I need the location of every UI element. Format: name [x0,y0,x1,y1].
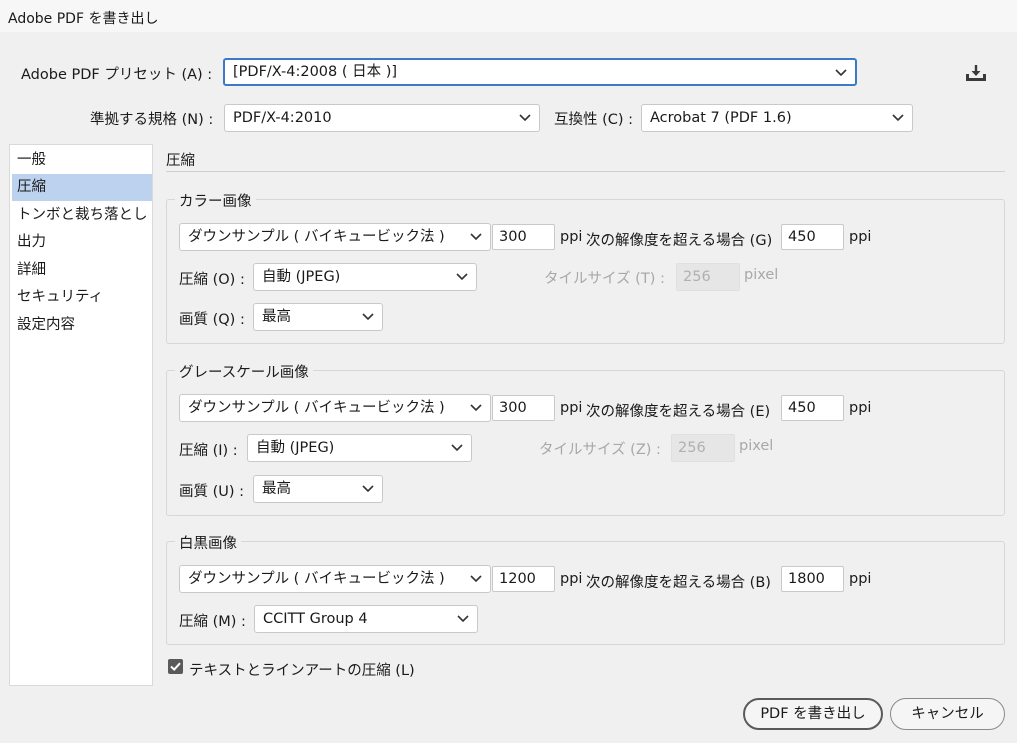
color-above-label: 次の解像度を超える場合 (G) [586,233,773,249]
chevron-down-icon [470,575,482,583]
color-compression-value: 自動 (JPEG) [262,269,341,285]
color-quality-select[interactable]: 最高 [253,303,383,331]
checkmark-icon [170,662,181,672]
mono-above-label: 次の解像度を超える場合 (B) [586,575,771,591]
gray-sampling-value: ダウンサンプル ( バイキュービック法 ) [188,400,445,416]
preset-value: [PDF/X-4:2008 ( 日本 )] [233,64,398,80]
chevron-down-icon [470,404,482,412]
gray-tile-label: タイルサイズ (Z) : [539,442,661,458]
color-above-input[interactable]: 450 [781,224,844,250]
sidebar-item-output[interactable]: 出力 [12,229,152,256]
mono-above-unit: ppi [849,571,872,587]
standard-label: 準拠する規格 (N) : [90,112,214,128]
grayscale-images-title: グレースケール画像 [175,361,313,382]
preset-label: Adobe PDF プリセット (A) : [21,67,213,83]
gray-quality-label: 画質 (U) : [179,484,245,500]
compat-value: Acrobat 7 (PDF 1.6) [650,110,792,126]
chevron-down-icon [362,485,374,493]
gray-sampling-select[interactable]: ダウンサンプル ( バイキュービック法 ) [179,394,491,422]
sidebar-item-security[interactable]: セキュリティ [12,284,152,311]
mono-ppi-unit: ppi [560,571,583,587]
cancel-button[interactable]: キャンセル [890,698,1005,730]
sidebar-item-general[interactable]: 一般 [12,147,152,174]
download-icon[interactable] [964,62,988,84]
color-quality-value: 最高 [262,309,291,325]
gray-quality-select[interactable]: 最高 [253,475,383,503]
gray-ppi-unit: ppi [560,400,583,416]
gray-quality-value: 最高 [262,481,291,497]
compat-label: 互換性 (C) : [554,112,634,128]
color-tile-input[interactable]: 256 [676,263,740,291]
text-compress-label[interactable]: テキストとラインアートの圧縮 (L) [189,659,415,680]
text-compress-checkbox[interactable] [168,659,183,674]
gray-compression-select[interactable]: 自動 (JPEG) [247,434,472,462]
mono-compression-value: CCITT Group 4 [263,611,368,627]
chevron-down-icon [892,114,904,122]
chevron-down-icon [456,273,468,281]
color-above-unit: ppi [849,229,872,245]
section-title: 圧縮 [166,153,195,169]
export-pdf-button[interactable]: PDF を書き出し [743,698,883,730]
color-tile-label: タイルサイズ (T) : [544,271,665,287]
mono-above-input[interactable]: 1800 [781,566,844,592]
sidebar-item-marks-bleeds[interactable]: トンボと裁ち落とし [12,202,152,229]
chevron-down-icon [519,114,531,122]
mono-compression-select[interactable]: CCITT Group 4 [254,605,478,633]
standard-value: PDF/X-4:2010 [233,110,332,126]
chevron-down-icon [835,69,847,77]
sidebar-item-advanced[interactable]: 詳細 [12,257,152,284]
color-quality-label: 画質 (Q) : [179,312,245,328]
gray-tile-unit: pixel [739,438,774,454]
category-sidebar: 一般 圧縮 トンボと裁ち落とし 出力 詳細 セキュリティ 設定内容 [9,144,153,686]
color-images-title: カラー画像 [175,190,256,211]
color-compression-select[interactable]: 自動 (JPEG) [253,263,477,291]
color-compression-label: 圧縮 (O) : [179,272,245,288]
color-ppi-unit: ppi [560,229,583,245]
color-sampling-select[interactable]: ダウンサンプル ( バイキュービック法 ) [179,223,491,251]
chevron-down-icon [470,233,482,241]
monochrome-images-title: 白黒画像 [175,532,241,553]
section-divider [166,171,1005,172]
gray-above-input[interactable]: 450 [781,395,844,421]
mono-compression-label: 圧縮 (M) : [179,614,246,630]
mono-sampling-value: ダウンサンプル ( バイキュービック法 ) [188,571,445,587]
chevron-down-icon [362,313,374,321]
window-title: Adobe PDF を書き出し [8,11,159,27]
chevron-down-icon [457,615,469,623]
sidebar-item-compression[interactable]: 圧縮 [12,174,152,201]
gray-compression-label: 圧縮 (I) : [179,443,238,459]
chevron-down-icon [451,444,463,452]
color-tile-unit: pixel [744,267,779,283]
mono-sampling-select[interactable]: ダウンサンプル ( バイキュービック法 ) [179,565,491,593]
gray-compression-value: 自動 (JPEG) [256,440,335,456]
color-sampling-value: ダウンサンプル ( バイキュービック法 ) [188,229,445,245]
compat-select[interactable]: Acrobat 7 (PDF 1.6) [641,104,913,132]
gray-ppi-input[interactable]: 300 [492,395,555,421]
standard-select[interactable]: PDF/X-4:2010 [224,104,540,132]
gray-above-unit: ppi [849,400,872,416]
mono-ppi-input[interactable]: 1200 [492,566,555,592]
gray-tile-input[interactable]: 256 [671,434,735,462]
sidebar-item-summary[interactable]: 設定内容 [12,312,152,339]
color-ppi-input[interactable]: 300 [492,224,555,250]
gray-above-label: 次の解像度を超える場合 (E) [586,404,771,420]
preset-select[interactable]: [PDF/X-4:2008 ( 日本 )] [223,58,857,86]
